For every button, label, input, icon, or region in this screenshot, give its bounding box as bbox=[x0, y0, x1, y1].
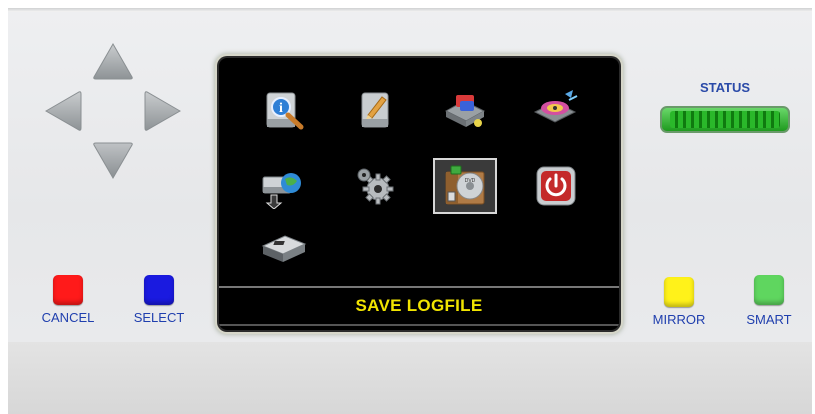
arrow-down-button[interactable] bbox=[92, 142, 134, 180]
menu-item-network[interactable] bbox=[433, 82, 497, 138]
arrow-up-icon bbox=[93, 42, 133, 80]
arrow-up-button[interactable] bbox=[92, 42, 134, 80]
power-icon bbox=[536, 166, 576, 206]
status-led-bars bbox=[670, 111, 780, 128]
smart-button-label: SMART bbox=[746, 312, 792, 327]
info-search-icon: i bbox=[266, 92, 304, 130]
menu-item-edit[interactable] bbox=[343, 82, 407, 138]
panel-bottom-bar bbox=[8, 342, 812, 414]
menu-item-settings[interactable] bbox=[343, 158, 407, 214]
selected-item-label: SAVE LOGFILE bbox=[355, 296, 483, 315]
screen-label-bar: SAVE LOGFILE bbox=[219, 286, 619, 326]
settings-gears-icon bbox=[357, 168, 394, 205]
device-front-panel: i DVD SAVE LOGFILE STATUS CANCEL SELECT … bbox=[0, 0, 815, 414]
svg-text:i: i bbox=[279, 101, 283, 116]
select-button-label: SELECT bbox=[133, 310, 185, 325]
lcd-screen: i DVD SAVE LOGFILE bbox=[219, 58, 619, 330]
smart-button[interactable] bbox=[754, 275, 784, 305]
svg-text:DVD: DVD bbox=[465, 178, 476, 184]
menu-item-globe[interactable] bbox=[252, 158, 316, 214]
arrow-right-icon bbox=[144, 91, 182, 131]
menu-item-sync[interactable] bbox=[524, 82, 588, 138]
save-logfile-icon: DVD bbox=[445, 165, 485, 205]
cancel-button[interactable] bbox=[53, 275, 83, 305]
mirror-button-label: MIRROR bbox=[652, 312, 706, 327]
menu-item-save-logfile[interactable]: DVD bbox=[433, 158, 497, 214]
globe-transfer-icon bbox=[262, 173, 301, 209]
edit-disk-icon bbox=[361, 92, 389, 128]
status-led bbox=[660, 106, 790, 133]
select-button[interactable] bbox=[144, 275, 174, 305]
arrow-left-icon bbox=[44, 91, 82, 131]
status-label: STATUS bbox=[699, 80, 751, 95]
menu-item-info[interactable]: i bbox=[252, 82, 316, 138]
mirror-button[interactable] bbox=[664, 277, 694, 307]
arrow-left-button[interactable] bbox=[44, 90, 82, 132]
menu-item-device[interactable] bbox=[252, 218, 316, 274]
disk-sync-icon bbox=[533, 90, 578, 123]
network-drive-icon bbox=[444, 95, 486, 127]
arrow-right-button[interactable] bbox=[144, 90, 182, 132]
arrow-down-icon bbox=[93, 142, 133, 180]
menu-item-power[interactable] bbox=[524, 158, 588, 214]
cancel-button-label: CANCEL bbox=[41, 310, 95, 325]
device-icon bbox=[261, 235, 307, 262]
